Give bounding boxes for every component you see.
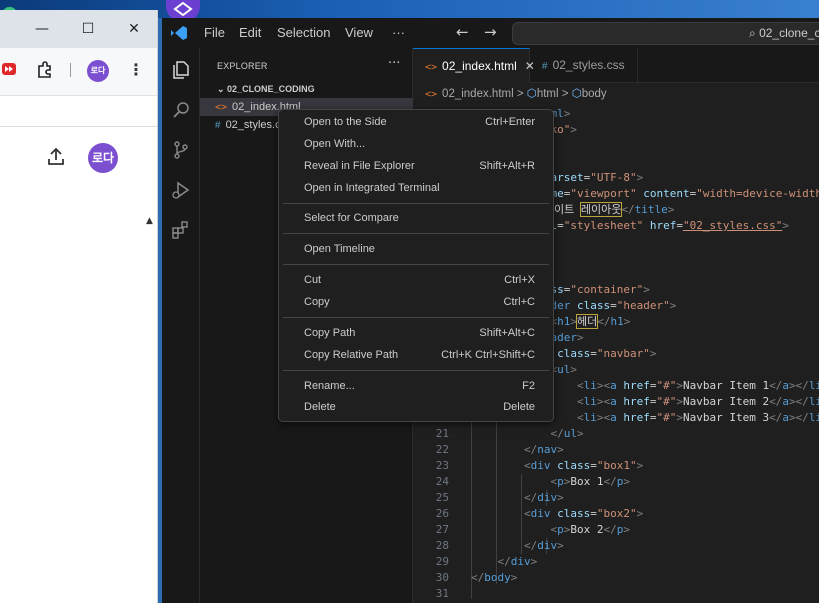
code-line: 22 </nav> — [435, 443, 564, 456]
command-center-search[interactable]: ⌕ 02_clone_coding — [512, 22, 819, 45]
run-debug-icon[interactable] — [171, 180, 191, 200]
code-line: 29 </div> — [435, 555, 538, 568]
code-line: 23 <div class="box1"> — [435, 459, 644, 472]
code-line: 28 </div> — [435, 539, 564, 552]
code-line: 31 — [435, 587, 449, 600]
tab-index-html[interactable]: <> 02_index.html ✕ — [413, 48, 535, 83]
html-file-icon: <> — [215, 102, 228, 113]
share-icon[interactable] — [45, 146, 67, 168]
menu-separator — [283, 233, 549, 234]
menu-item-open-in-terminal[interactable]: Open in Integrated Terminal — [283, 177, 549, 199]
menu-separator — [283, 317, 549, 318]
activity-bar — [162, 48, 200, 603]
editor-tabs: <> 02_index.html ✕ #02_styles.css — [413, 48, 819, 83]
element-icon: ⬡ — [571, 88, 582, 100]
forward-arrow-icon[interactable]: → — [484, 23, 497, 41]
menu-selection[interactable]: Selection — [277, 25, 330, 40]
search-icon[interactable] — [171, 100, 191, 120]
menu-item-rename[interactable]: Rename... F2 — [283, 375, 549, 397]
breadcrumb-file[interactable]: 02_index.html — [442, 88, 514, 100]
search-text: 02_clone_coding — [759, 26, 819, 40]
folder-header[interactable]: ⌄ 02_CLONE_CODING — [217, 84, 315, 95]
close-button[interactable]: ✕ — [124, 20, 144, 38]
folder-name: 02_CLONE_CODING — [227, 84, 315, 94]
chevron-down-icon: ⌄ — [217, 84, 228, 94]
code-line: 30 </body> — [435, 571, 518, 584]
html-file-icon: <> — [425, 89, 438, 100]
toolbar-separator — [70, 63, 71, 77]
explorer-title: EXPLORER — [217, 61, 268, 71]
maximize-button[interactable]: ☐ — [78, 20, 98, 38]
menu-item-reveal-in-explorer[interactable]: Reveal in File Explorer Shift+Alt+R — [283, 155, 549, 177]
menu-separator — [283, 264, 549, 265]
menu-item-copy[interactable]: Copy Ctrl+C — [283, 291, 549, 313]
source-control-icon[interactable] — [171, 140, 191, 160]
menu-item-open-with[interactable]: Open With... — [283, 133, 549, 155]
tab-styles-css[interactable]: #02_styles.css — [530, 48, 638, 83]
extensions-icon[interactable] — [171, 220, 191, 240]
vscode-logo-icon — [170, 25, 188, 41]
breadcrumb: <> 02_index.html > ⬡html > ⬡body — [425, 84, 607, 104]
menu-edit[interactable]: Edit — [239, 25, 261, 40]
css-file-icon: # — [542, 61, 548, 72]
code-line: 24 <p>Box 1</p> — [435, 475, 630, 488]
minimize-button[interactable]: — — [32, 20, 52, 38]
chrome-page-content: 로다 ▲ — [0, 96, 158, 596]
scroll-up-arrow-icon[interactable]: ▲ — [146, 216, 153, 226]
menu-view[interactable]: View — [345, 25, 373, 40]
chrome-menu-icon[interactable]: ⋮ — [128, 58, 144, 82]
breadcrumb-body[interactable]: body — [582, 88, 607, 100]
menu-item-copy-path[interactable]: Copy Path Shift+Alt+C — [283, 322, 549, 344]
code-line: 21 </ul> — [435, 427, 584, 440]
menu-separator — [283, 203, 549, 204]
search-icon: ⌕ — [749, 26, 760, 40]
back-arrow-icon[interactable]: ← — [456, 23, 469, 41]
code-line: 26 <div class="box2"> — [435, 507, 644, 520]
menu-item-delete[interactable]: Delete Delete — [283, 396, 549, 418]
menu-item-cut[interactable]: Cut Ctrl+X — [283, 269, 549, 291]
menu-item-select-for-compare[interactable]: Select for Compare — [283, 207, 549, 229]
youtube-extension-icon[interactable] — [2, 63, 16, 75]
vscode-titlebar: File Edit Selection View ··· ← → ⌕ 02_cl… — [162, 18, 819, 48]
extensions-puzzle-icon[interactable] — [36, 61, 54, 79]
menu-separator — [283, 370, 549, 371]
menu-file[interactable]: File — [204, 25, 225, 40]
html-file-icon: <> — [425, 62, 438, 73]
code-line: 25 </div> — [435, 491, 564, 504]
page-divider — [0, 126, 158, 127]
code-line: 27 <p>Box 2</p> — [435, 523, 630, 536]
menu-item-open-timeline[interactable]: Open Timeline — [283, 238, 549, 260]
menu-more[interactable]: ··· — [392, 25, 405, 40]
user-avatar[interactable]: 로다 — [88, 143, 118, 173]
profile-avatar[interactable]: 로다 — [87, 60, 109, 82]
explorer-more-icon[interactable]: ··· — [388, 56, 400, 71]
breadcrumb-separator: > — [561, 88, 569, 100]
tab-label: 02_styles.css — [552, 58, 625, 72]
tab-label: 02_index.html — [442, 59, 517, 73]
menu-item-copy-relative-path[interactable]: Copy Relative Path Ctrl+K Ctrl+Shift+C — [283, 344, 549, 366]
context-menu: Open to the Side Ctrl+Enter Open With... … — [278, 109, 554, 422]
element-icon: ⬡ — [526, 88, 537, 100]
chrome-titlebar: — ☐ ✕ — [0, 10, 157, 48]
chrome-toolbar: 로다 ⋮ — [0, 48, 157, 96]
explorer-icon[interactable] — [171, 60, 191, 80]
chrome-window: — ☐ ✕ 로다 ⋮ 로다 ▲ — [0, 10, 158, 603]
menu-item-open-to-side[interactable]: Open to the Side Ctrl+Enter — [283, 111, 549, 133]
breadcrumb-html[interactable]: html — [537, 88, 559, 100]
breadcrumb-separator: > — [516, 88, 524, 100]
css-file-icon: # — [215, 120, 221, 131]
